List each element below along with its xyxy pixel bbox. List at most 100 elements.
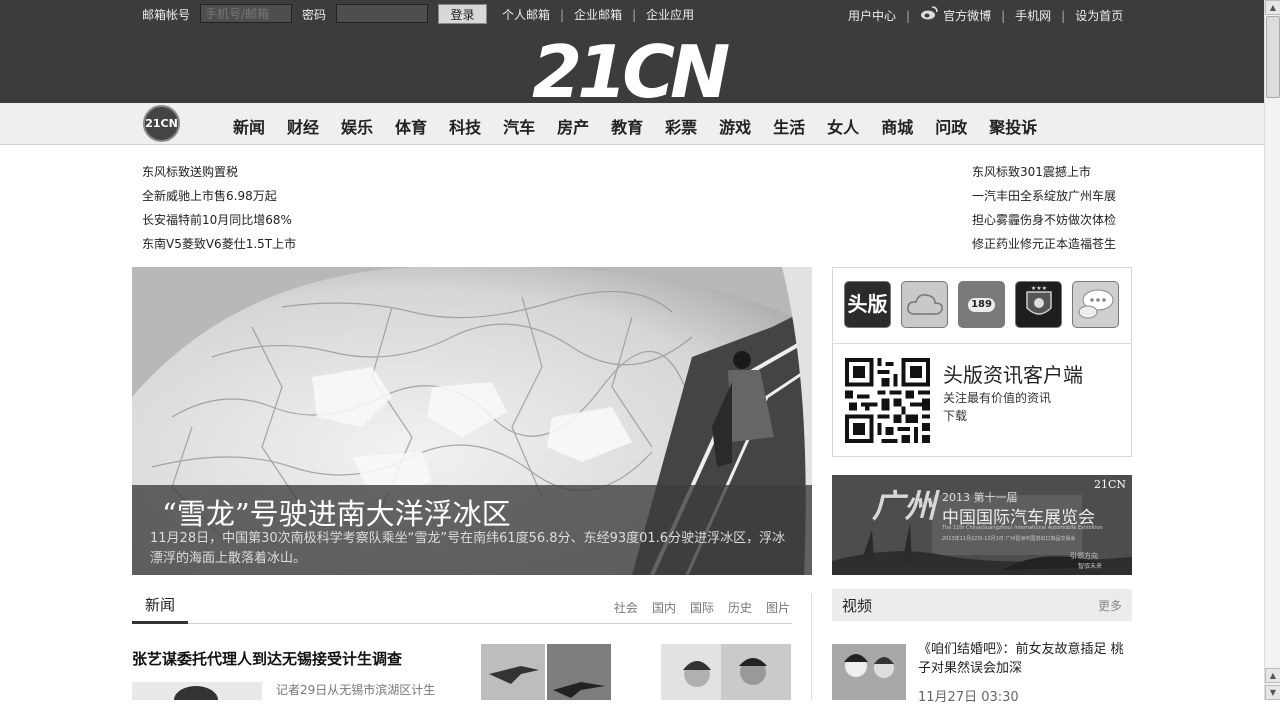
banner-brand: 21CN: [1093, 478, 1126, 491]
nav-item-finance[interactable]: 财经: [276, 114, 330, 138]
divider: |: [906, 9, 911, 23]
nav-item-women[interactable]: 女人: [816, 114, 870, 138]
ad-links-left: 东风标致送购置税 全新威驰上市售6.98万起 长安福特前10月同比增68% 东南…: [142, 160, 296, 256]
hero-description: 11月28日，中国第30次南极科学考察队乘坐“雪龙”号在南纬61度56.8分、东…: [150, 531, 786, 566]
nav-item-complaints[interactable]: 聚投诉: [978, 114, 1048, 138]
nav-item-lottery[interactable]: 彩票: [654, 114, 708, 138]
divider: |: [1001, 9, 1006, 23]
site-logo[interactable]: 21CN: [532, 30, 730, 114]
nav-item-entertainment[interactable]: 娱乐: [330, 114, 384, 138]
nav-item-education[interactable]: 教育: [600, 114, 654, 138]
tab-news[interactable]: 新闻: [132, 593, 188, 624]
nav-item-sports[interactable]: 体育: [384, 114, 438, 138]
football-club-app-icon[interactable]: ★★★: [1015, 281, 1062, 328]
client-download-link[interactable]: 下载: [943, 407, 967, 424]
account-label: 邮箱帐号: [142, 8, 191, 22]
cloud189-app-icon[interactable]: 189: [958, 281, 1005, 328]
nav-logo-badge[interactable]: 21CN: [143, 105, 180, 142]
page-scrollbar[interactable]: ▲ ▲ ▼: [1264, 0, 1280, 700]
nav-item-mall[interactable]: 商城: [870, 114, 924, 138]
hero-title[interactable]: “雪龙”号驶进南大洋浮冰区: [162, 491, 511, 533]
ad-link[interactable]: 长安福特前10月同比增68%: [142, 208, 296, 232]
nav-item-tech[interactable]: 科技: [438, 114, 492, 138]
ad-link[interactable]: 东风标致301震撼上市: [972, 160, 1116, 184]
nav-item-news[interactable]: 新闻: [222, 114, 276, 138]
client-app-subtitle: 关注最有价值的资讯: [943, 391, 1052, 405]
news-headline[interactable]: 张艺谋委托代理人到达无锡接受计生调查: [132, 648, 402, 669]
banner-city: 广州: [872, 487, 937, 525]
video-section-header: 视频 更多: [832, 589, 1132, 621]
hero-caption: “雪龙”号驶进南大洋浮冰区 11月28日，中国第30次南极科学考察队乘坐“雪龙”…: [132, 485, 812, 575]
nav-item-games[interactable]: 游戏: [708, 114, 762, 138]
nav-item-auto[interactable]: 汽车: [492, 114, 546, 138]
top-login-bar: 邮箱帐号 密码 登录 个人邮箱 | 企业邮箱 | 企业应用 用户中心 | 官方微博 | 手机网 |…: [0, 0, 1264, 28]
scrollbar-thumb[interactable]: [1266, 16, 1280, 98]
family-photo-thumbnail[interactable]: [661, 644, 791, 700]
site-links: 用户中心 | 官方微博 | 手机网 | 设为首页: [848, 6, 1123, 24]
tab-pictures[interactable]: 图片: [766, 601, 790, 615]
nav-item-life[interactable]: 生活: [762, 114, 816, 138]
cloud-app-icon[interactable]: [901, 281, 948, 328]
banner-dates: 2013年11月22日-12月1日 广州琶洲中国进出口商品交易会: [942, 536, 1076, 542]
scroll-up-arrow-icon[interactable]: ▲: [1265, 0, 1280, 15]
nav-item-house[interactable]: 房产: [546, 114, 600, 138]
user-center-link[interactable]: 用户中心: [848, 7, 896, 24]
video-item-date: 11月27日 03:30: [918, 690, 1019, 705]
video-section-title: 视频: [842, 597, 873, 615]
ad-link[interactable]: 东风标致送购置税: [142, 160, 296, 184]
ad-links-right: 东风标致301震撼上市 一汽丰田全系绽放广州车展 担心雾霾伤身不妨做次体检 修正…: [972, 160, 1116, 256]
toutiao-app-icon[interactable]: 头版: [844, 281, 891, 328]
tab-history[interactable]: 历史: [728, 601, 752, 615]
weibo-icon: [920, 6, 938, 23]
enterprise-mail-link[interactable]: 企业邮箱: [574, 6, 622, 23]
news-snippet: 记者29日从无锡市滨湖区计生: [276, 683, 436, 697]
account-input[interactable]: [200, 4, 292, 23]
news-category-links: 社会 国内 国际 历史 图片: [600, 599, 790, 616]
enterprise-apps-link[interactable]: 企业应用: [646, 6, 694, 23]
ad-link[interactable]: 一汽丰田全系绽放广州车展: [972, 184, 1116, 208]
news-thumbnail[interactable]: [132, 682, 262, 700]
tab-domestic[interactable]: 国内: [652, 601, 676, 615]
login-button[interactable]: 登录: [438, 4, 487, 24]
banner-slogan-2: 智驭未来: [1078, 563, 1103, 570]
logo-band: 21CN: [0, 28, 1264, 114]
banner-slogan-1: 引领方向: [1070, 552, 1098, 560]
account-links: 个人邮箱 | 企业邮箱 | 企业应用: [502, 6, 694, 23]
nav-items: 新闻 财经 娱乐 体育 科技 汽车 房产 教育 彩票 游戏 生活 女人 商城 问政 聚投诉: [222, 114, 1048, 138]
set-homepage-link[interactable]: 设为首页: [1075, 7, 1123, 24]
qr-code: [845, 358, 930, 443]
scroll-down-arrow-icon[interactable]: ▼: [1265, 685, 1280, 700]
banner-english: The 11th China(Guangzhou) International …: [942, 525, 1103, 531]
scroll-up-arrow-icon[interactable]: ▲: [1265, 668, 1280, 683]
official-weibo-link[interactable]: 官方微博: [943, 7, 991, 24]
ad-link[interactable]: 东南V5菱致V6菱仕1.5T上市: [142, 232, 296, 256]
app-download-panel: 头版 189 ★★★ 头版资讯客户端 关注最有价值的资讯 下载: [832, 267, 1132, 457]
ad-link[interactable]: 担心雾霾伤身不妨做次体检: [972, 208, 1116, 232]
divider: |: [632, 8, 637, 22]
video-thumbnail[interactable]: [832, 644, 906, 700]
news-tab-bar: 新闻 社会 国内 国际 历史 图片: [132, 593, 792, 624]
personal-mail-link[interactable]: 个人邮箱: [502, 6, 550, 23]
ad-link[interactable]: 修正药业修元正本造福苍生: [972, 232, 1116, 256]
column-divider: [811, 593, 812, 700]
video-more-link[interactable]: 更多: [1098, 597, 1122, 614]
app-icon-row: 头版 189 ★★★: [833, 268, 1131, 344]
cloud189-badge: 189: [968, 298, 995, 312]
divider: |: [560, 8, 565, 22]
fighter-jet-thumbnail[interactable]: [481, 644, 611, 700]
password-label: 密码: [302, 8, 327, 22]
tab-international[interactable]: 国际: [690, 601, 714, 615]
password-input[interactable]: [336, 4, 428, 23]
hero-slide[interactable]: “雪龙”号驶进南大洋浮冰区 11月28日，中国第30次南极科学考察队乘坐“雪龙”…: [132, 267, 812, 575]
mobile-site-link[interactable]: 手机网: [1015, 7, 1051, 24]
video-item-title[interactable]: 《咱们结婚吧》：前女友故意插足 桃子对果然误会加深: [918, 640, 1128, 678]
divider: |: [1061, 9, 1066, 23]
main-nav: 21CN 新闻 财经 娱乐 体育 科技 汽车 房产 教育 彩票 游戏 生活 女人 商城 问政 聚投诉: [0, 103, 1264, 145]
chat-app-icon[interactable]: [1072, 281, 1119, 328]
tab-society[interactable]: 社会: [614, 601, 638, 615]
ad-link[interactable]: 全新威驰上市售6.98万起: [142, 184, 296, 208]
nav-item-politics[interactable]: 问政: [924, 114, 978, 138]
client-app-title[interactable]: 头版资讯客户端: [943, 359, 1083, 388]
svg-text:★★★: ★★★: [1030, 286, 1046, 292]
auto-show-banner[interactable]: 21CN 广州 2013 第十一届 中国国际汽车展览会 The 11th Chi…: [832, 475, 1132, 575]
